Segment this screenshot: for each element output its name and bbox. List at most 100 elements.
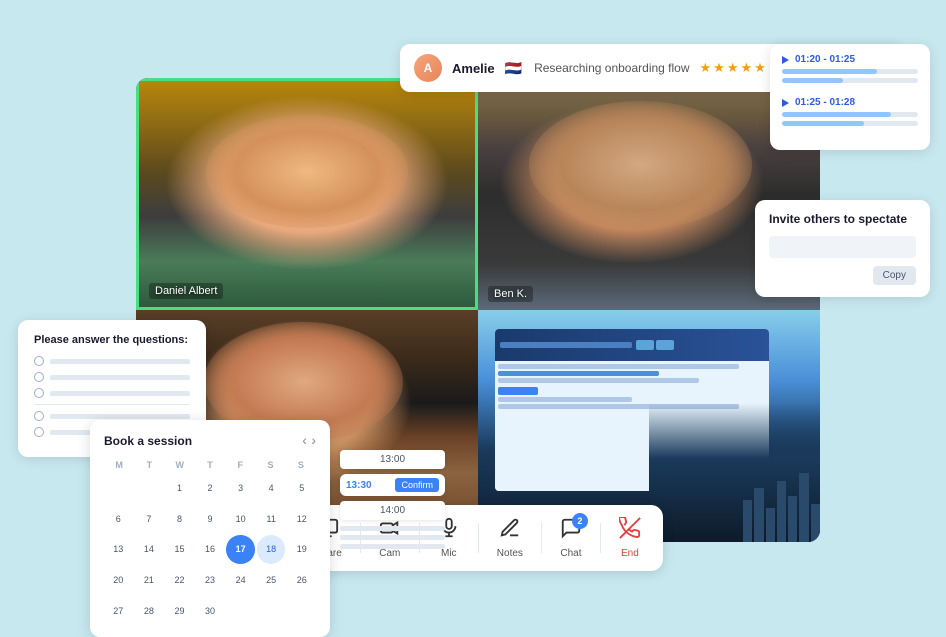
cal-cell-4[interactable]: 4 [257, 474, 286, 503]
chat-badge: 2 [572, 513, 588, 529]
cal-cell-13[interactable]: 13 [104, 535, 133, 564]
cal-cell-9[interactable]: 9 [196, 505, 225, 534]
calendar-days-header: M T W T F S S [104, 460, 316, 470]
cal-cell-19[interactable]: 19 [287, 535, 316, 564]
screen-line-3 [498, 378, 699, 383]
calendar-next[interactable]: › [311, 432, 316, 448]
calendar-nav: ‹ › [302, 432, 316, 450]
timeline-fill-sub-2 [782, 121, 864, 126]
star-rating: ★ ★ ★ ★ ★ [700, 60, 766, 76]
calendar-title: Book a session [104, 434, 192, 448]
form-divider [34, 404, 190, 405]
screen-line-4 [498, 397, 632, 402]
radio-2[interactable] [34, 372, 44, 382]
timeline-time-2: 01:25 - 01:28 [782, 97, 918, 108]
option-line-3 [50, 391, 190, 396]
copy-button[interactable]: Copy [873, 266, 916, 285]
cal-cell-27[interactable]: 27 [104, 596, 133, 625]
cal-cell-empty-3 [226, 596, 255, 625]
cal-day-M: M [104, 460, 134, 470]
end-button[interactable]: End [605, 511, 655, 565]
time-slot-1400[interactable]: 14:00 [340, 501, 445, 520]
cal-cell-29[interactable]: 29 [165, 596, 194, 625]
divider-4 [541, 523, 542, 553]
cal-cell-6[interactable]: 6 [104, 505, 133, 534]
option-line-2 [50, 375, 190, 380]
calendar-prev[interactable]: ‹ [302, 432, 307, 448]
radio-4[interactable] [34, 411, 44, 421]
user-avatar: A [414, 54, 442, 82]
participant-video-1 [139, 81, 475, 307]
cal-cell-21[interactable]: 21 [135, 566, 164, 595]
session-title: Researching onboarding flow [534, 61, 689, 75]
confirm-1330-button[interactable]: Confirm [395, 478, 439, 492]
cal-cell-18[interactable]: 18 [257, 535, 286, 564]
timeline-item-2: 01:25 - 01:28 [782, 97, 918, 126]
timeline-panel: 01:20 - 01:25 01:25 - 01:28 [770, 44, 930, 150]
participant-label-ben: Ben K. [488, 286, 533, 302]
time-slot-1300[interactable]: 13:00 [340, 450, 445, 469]
cal-cell-1[interactable]: 1 [165, 474, 194, 503]
cal-cell-7[interactable]: 7 [135, 505, 164, 534]
slot-1330-time: 13:30 [346, 480, 372, 491]
cal-cell-28[interactable]: 28 [135, 596, 164, 625]
calendar-header: Book a session ‹ › [104, 432, 316, 450]
cal-cell-5[interactable]: 5 [287, 474, 316, 503]
cal-cell-3[interactable]: 3 [226, 474, 255, 503]
cal-day-W: W [165, 460, 195, 470]
cal-cell-20[interactable]: 20 [104, 566, 133, 595]
cal-cell-10[interactable]: 10 [226, 505, 255, 534]
cal-day-S1: S [255, 460, 285, 470]
participant-label-daniel: Daniel Albert [149, 283, 223, 299]
cal-cell-11[interactable]: 11 [257, 505, 286, 534]
invite-title: Invite others to spectate [769, 212, 916, 226]
cal-cell-empty-1 [104, 474, 133, 503]
cal-cell-empty-4 [257, 596, 286, 625]
cal-cell-empty-5 [287, 596, 316, 625]
cal-cell-25[interactable]: 25 [257, 566, 286, 595]
notes-icon [499, 517, 521, 545]
cal-cell-26[interactable]: 26 [287, 566, 316, 595]
screen-header [495, 329, 769, 361]
timeline-bar-sub-1 [782, 78, 918, 83]
cal-cell-23[interactable]: 23 [196, 566, 225, 595]
cal-cell-12[interactable]: 12 [287, 505, 316, 534]
option-line-4 [50, 414, 190, 419]
invite-link-input[interactable] [769, 236, 916, 258]
end-label: End [621, 548, 639, 559]
timeline-item-1: 01:20 - 01:25 [782, 54, 918, 83]
user-flag: 🇳🇱 [505, 60, 522, 77]
play-icon-2 [782, 99, 789, 107]
cal-cell-30[interactable]: 30 [196, 596, 225, 625]
timeline-fill-2 [782, 112, 891, 117]
cal-cell-15[interactable]: 15 [165, 535, 194, 564]
radio-3[interactable] [34, 388, 44, 398]
timeline-bar-1 [782, 69, 918, 74]
calendar-grid: 1 2 3 4 5 6 7 8 9 10 11 12 13 14 15 16 1… [104, 474, 316, 625]
invite-panel: Invite others to spectate Copy [755, 200, 930, 297]
play-icon-1 [782, 56, 789, 64]
radio-5[interactable] [34, 427, 44, 437]
timeline-fill-1 [782, 69, 877, 74]
option-line-1 [50, 359, 190, 364]
cal-cell-2[interactable]: 2 [196, 474, 225, 503]
time-slots-container: 13:00 13:30 Confirm 14:00 [340, 450, 445, 553]
question-option-1 [34, 356, 190, 366]
cal-cell-16[interactable]: 16 [196, 535, 225, 564]
chat-label: Chat [560, 548, 581, 559]
cal-day-T1: T [134, 460, 164, 470]
cal-cell-24[interactable]: 24 [226, 566, 255, 595]
radio-1[interactable] [34, 356, 44, 366]
cal-cell-17[interactable]: 17 [226, 535, 255, 564]
notes-label: Notes [497, 548, 523, 559]
chat-button[interactable]: 2 Chat [546, 511, 596, 565]
cal-cell-14[interactable]: 14 [135, 535, 164, 564]
cal-cell-8[interactable]: 8 [165, 505, 194, 534]
screen-line-1 [498, 364, 739, 369]
timeline-bar-sub-2 [782, 121, 918, 126]
end-icon [619, 517, 641, 545]
timeline-bar-2 [782, 112, 918, 117]
cal-cell-22[interactable]: 22 [165, 566, 194, 595]
time-slot-1330: 13:30 Confirm [340, 474, 445, 496]
notes-button[interactable]: Notes [483, 511, 537, 565]
